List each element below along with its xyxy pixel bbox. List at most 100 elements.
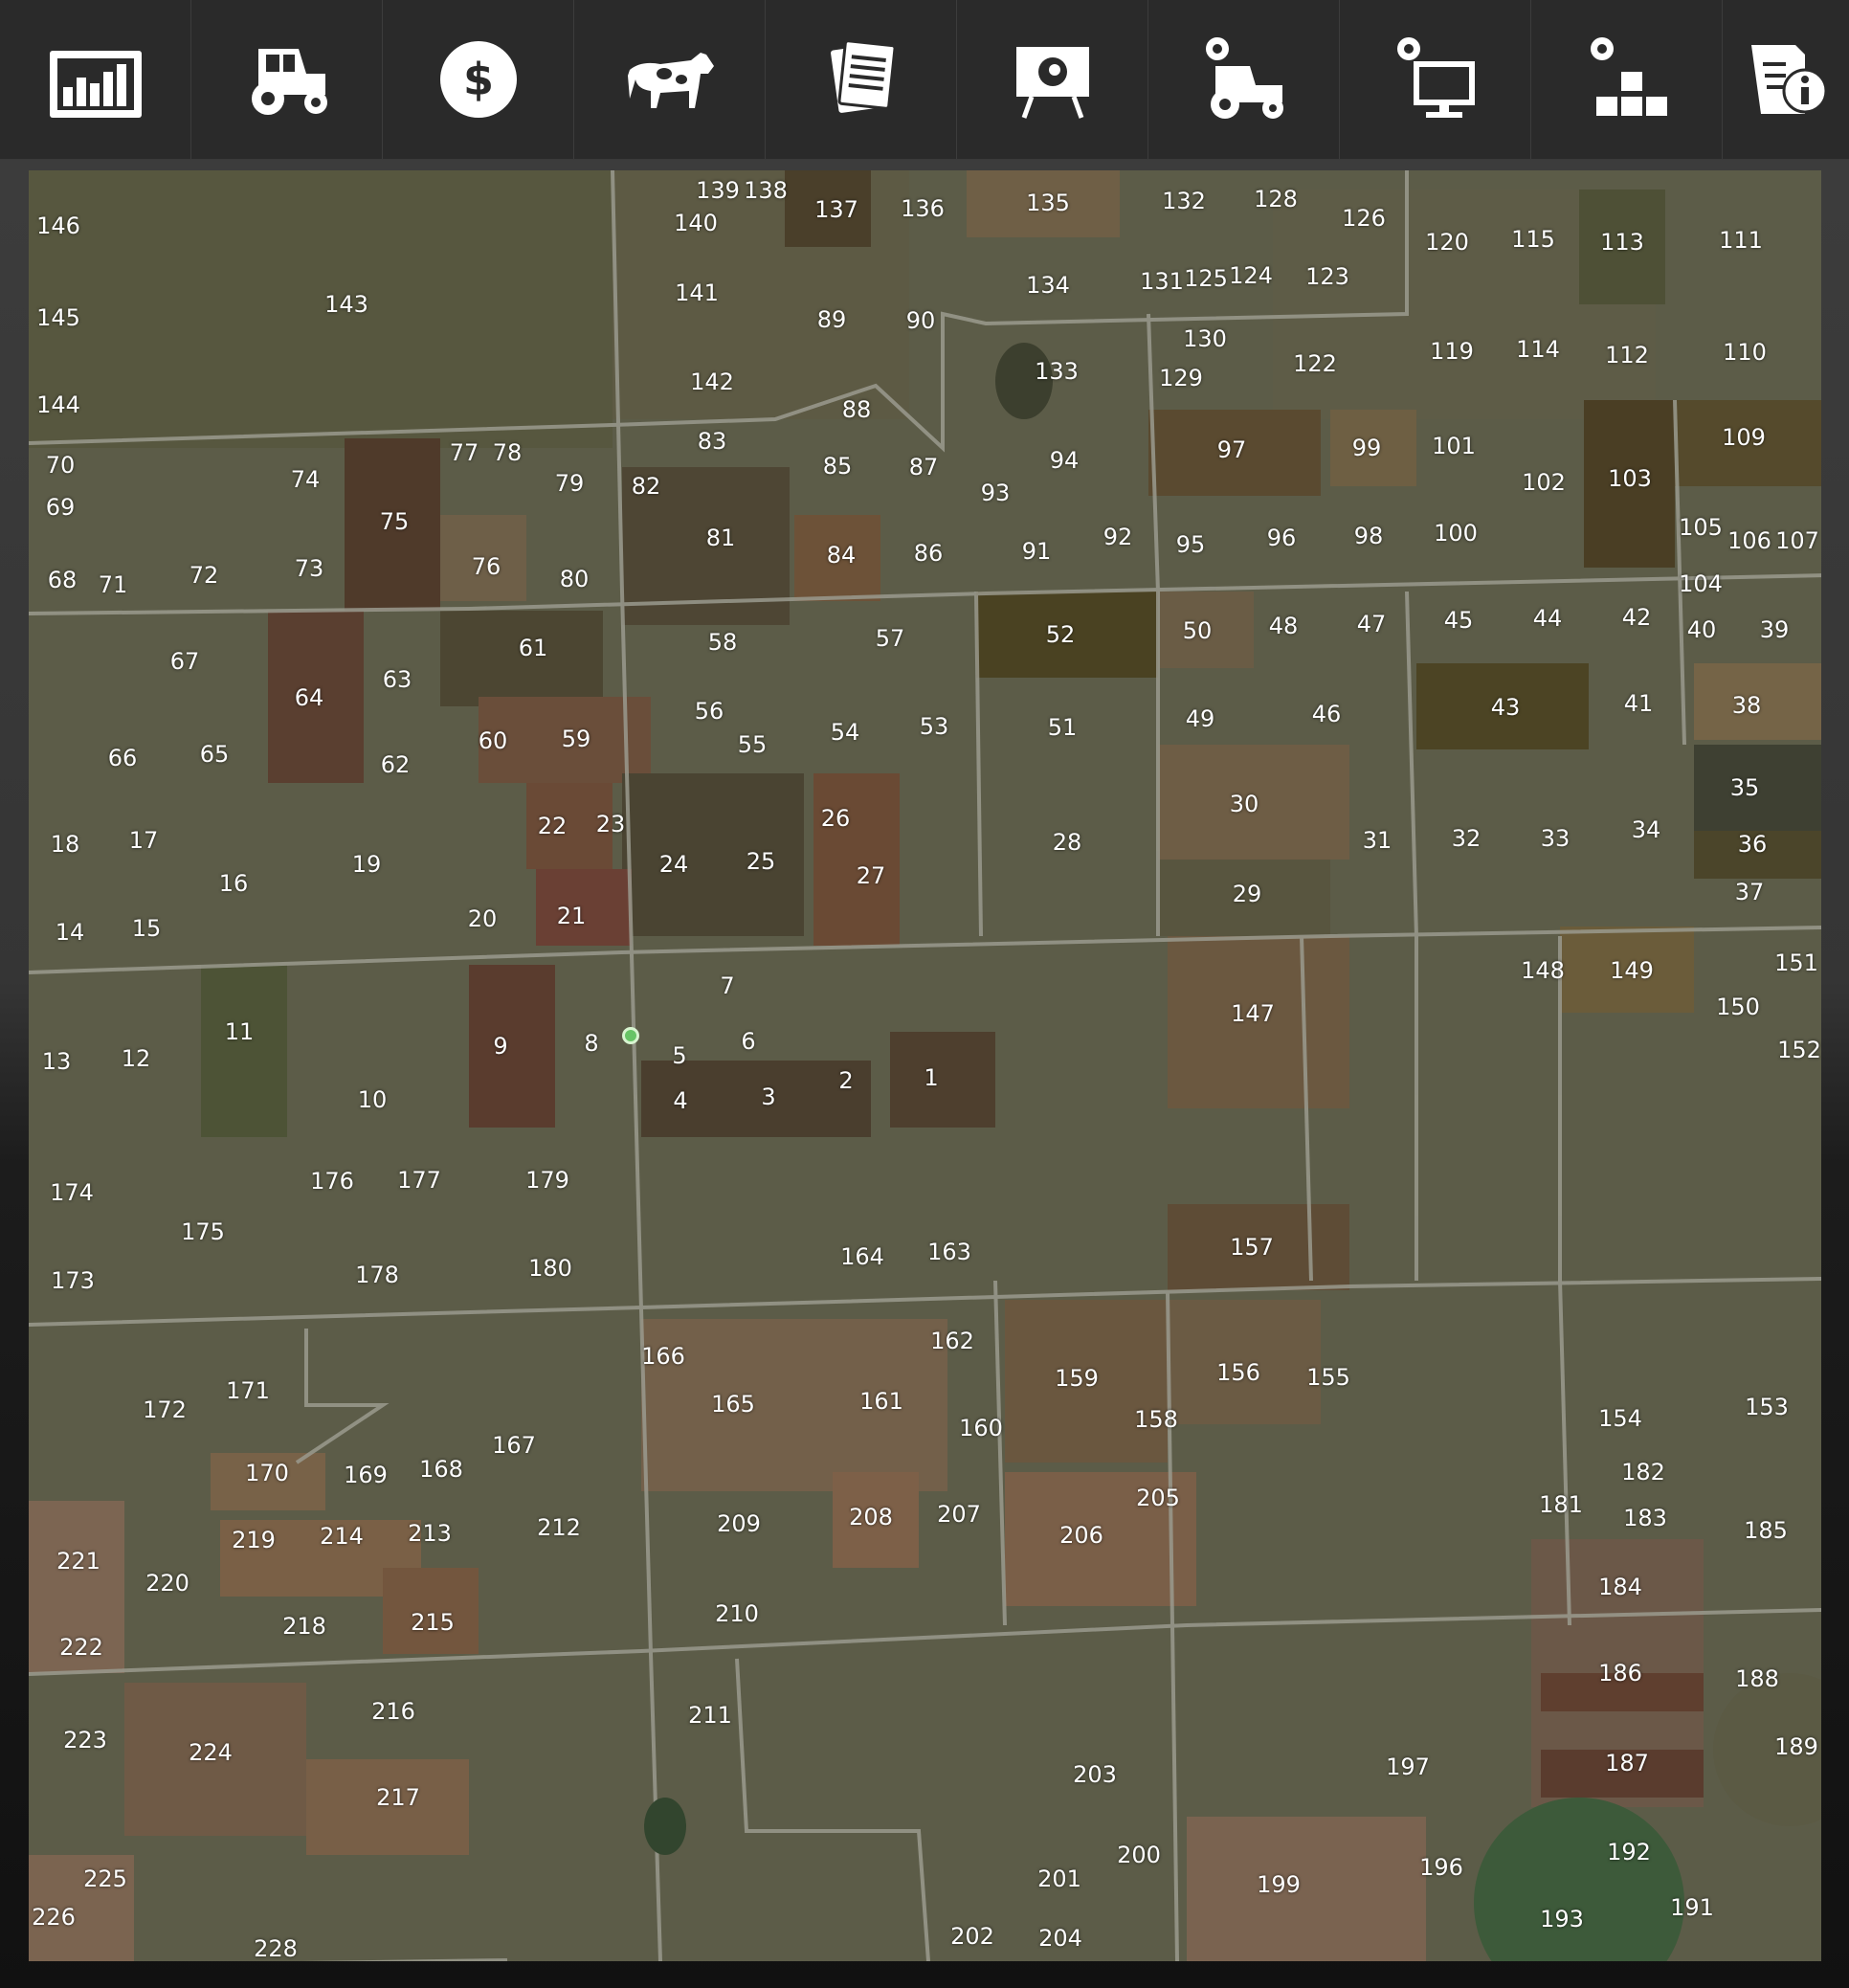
field-label-47[interactable]: 47 <box>1357 613 1387 636</box>
field-label-6[interactable]: 6 <box>741 1030 755 1053</box>
field-label-25[interactable]: 25 <box>746 850 776 873</box>
field-label-124[interactable]: 124 <box>1229 264 1273 287</box>
field-label-66[interactable]: 66 <box>108 747 138 770</box>
field-label-102[interactable]: 102 <box>1522 471 1566 494</box>
field-label-69[interactable]: 69 <box>46 496 76 519</box>
field-label-138[interactable]: 138 <box>744 179 788 202</box>
field-label-4[interactable]: 4 <box>673 1089 687 1112</box>
field-label-104[interactable]: 104 <box>1679 572 1723 595</box>
field-label-82[interactable]: 82 <box>632 475 661 498</box>
field-label-212[interactable]: 212 <box>537 1516 581 1539</box>
field-label-105[interactable]: 105 <box>1679 516 1723 539</box>
field-label-2[interactable]: 2 <box>838 1069 853 1092</box>
field-label-20[interactable]: 20 <box>468 907 498 930</box>
field-label-197[interactable]: 197 <box>1386 1755 1430 1778</box>
field-label-201[interactable]: 201 <box>1037 1867 1081 1890</box>
field-label-160[interactable]: 160 <box>959 1417 1003 1440</box>
field-label-59[interactable]: 59 <box>562 727 591 750</box>
field-label-208[interactable]: 208 <box>849 1506 893 1529</box>
field-label-12[interactable]: 12 <box>122 1047 151 1070</box>
field-label-115[interactable]: 115 <box>1511 228 1555 251</box>
field-label-213[interactable]: 213 <box>408 1522 452 1545</box>
field-label-142[interactable]: 142 <box>690 370 734 393</box>
field-label-184[interactable]: 184 <box>1598 1575 1642 1598</box>
field-label-1[interactable]: 1 <box>924 1066 938 1089</box>
tab-statistics[interactable] <box>0 0 191 159</box>
field-label-17[interactable]: 17 <box>129 829 159 852</box>
field-label-110[interactable]: 110 <box>1723 341 1767 364</box>
field-label-57[interactable]: 57 <box>876 627 905 650</box>
field-label-75[interactable]: 75 <box>380 510 410 533</box>
field-label-58[interactable]: 58 <box>708 631 738 654</box>
field-label-172[interactable]: 172 <box>143 1398 187 1421</box>
field-label-203[interactable]: 203 <box>1073 1763 1117 1786</box>
field-label-216[interactable]: 216 <box>371 1700 415 1723</box>
field-label-107[interactable]: 107 <box>1775 529 1819 552</box>
field-label-60[interactable]: 60 <box>479 729 508 752</box>
field-label-79[interactable]: 79 <box>555 472 585 495</box>
field-label-73[interactable]: 73 <box>295 557 324 580</box>
field-label-222[interactable]: 222 <box>59 1636 103 1659</box>
field-label-9[interactable]: 9 <box>493 1035 507 1058</box>
field-label-53[interactable]: 53 <box>920 715 949 738</box>
field-label-101[interactable]: 101 <box>1432 435 1476 458</box>
field-label-161[interactable]: 161 <box>859 1390 903 1413</box>
field-label-196[interactable]: 196 <box>1419 1856 1463 1879</box>
field-label-90[interactable]: 90 <box>906 309 936 332</box>
field-label-63[interactable]: 63 <box>383 668 412 691</box>
field-label-65[interactable]: 65 <box>200 743 230 766</box>
field-label-185[interactable]: 185 <box>1744 1519 1788 1542</box>
field-label-157[interactable]: 157 <box>1230 1236 1274 1259</box>
field-label-98[interactable]: 98 <box>1354 525 1384 547</box>
field-label-49[interactable]: 49 <box>1186 707 1215 730</box>
field-label-133[interactable]: 133 <box>1035 360 1079 383</box>
field-label-168[interactable]: 168 <box>419 1458 463 1481</box>
field-label-42[interactable]: 42 <box>1622 606 1652 629</box>
field-label-163[interactable]: 163 <box>927 1240 971 1263</box>
field-label-167[interactable]: 167 <box>492 1434 536 1457</box>
field-label-129[interactable]: 129 <box>1159 367 1203 390</box>
field-label-137[interactable]: 137 <box>814 198 858 221</box>
field-label-221[interactable]: 221 <box>56 1550 100 1573</box>
field-label-7[interactable]: 7 <box>720 974 734 997</box>
field-label-177[interactable]: 177 <box>397 1169 441 1192</box>
field-label-15[interactable]: 15 <box>132 917 162 940</box>
field-label-162[interactable]: 162 <box>930 1329 974 1352</box>
field-label-218[interactable]: 218 <box>282 1615 326 1638</box>
field-label-186[interactable]: 186 <box>1598 1662 1642 1685</box>
field-label-34[interactable]: 34 <box>1632 818 1661 841</box>
field-label-149[interactable]: 149 <box>1610 959 1654 982</box>
field-label-128[interactable]: 128 <box>1254 188 1298 211</box>
field-label-183[interactable]: 183 <box>1623 1507 1667 1530</box>
field-label-210[interactable]: 210 <box>715 1602 759 1625</box>
field-label-134[interactable]: 134 <box>1026 274 1070 297</box>
field-label-187[interactable]: 187 <box>1605 1752 1649 1775</box>
field-label-13[interactable]: 13 <box>42 1050 72 1073</box>
field-label-200[interactable]: 200 <box>1117 1843 1161 1866</box>
field-label-8[interactable]: 8 <box>584 1032 598 1055</box>
field-label-68[interactable]: 68 <box>48 569 78 592</box>
field-label-44[interactable]: 44 <box>1533 607 1563 630</box>
field-label-62[interactable]: 62 <box>381 753 411 776</box>
field-label-181[interactable]: 181 <box>1539 1493 1583 1516</box>
field-label-30[interactable]: 30 <box>1230 793 1259 815</box>
field-label-27[interactable]: 27 <box>857 864 886 887</box>
field-label-14[interactable]: 14 <box>56 921 85 944</box>
field-label-52[interactable]: 52 <box>1046 623 1076 646</box>
field-label-112[interactable]: 112 <box>1605 344 1649 367</box>
tab-production-settings[interactable] <box>1531 0 1723 159</box>
field-label-180[interactable]: 180 <box>528 1257 572 1280</box>
field-label-48[interactable]: 48 <box>1269 614 1299 637</box>
field-label-23[interactable]: 23 <box>596 813 626 836</box>
field-label-125[interactable]: 125 <box>1184 267 1228 290</box>
field-label-103[interactable]: 103 <box>1608 467 1652 490</box>
tab-map[interactable] <box>957 0 1148 159</box>
field-label-166[interactable]: 166 <box>641 1345 685 1368</box>
field-label-21[interactable]: 21 <box>557 905 587 927</box>
field-label-120[interactable]: 120 <box>1425 231 1469 254</box>
field-label-99[interactable]: 99 <box>1352 436 1382 459</box>
tab-vehicle-settings[interactable] <box>1148 0 1340 159</box>
field-label-37[interactable]: 37 <box>1735 881 1765 904</box>
field-label-29[interactable]: 29 <box>1233 882 1262 905</box>
field-label-182[interactable]: 182 <box>1621 1461 1665 1484</box>
